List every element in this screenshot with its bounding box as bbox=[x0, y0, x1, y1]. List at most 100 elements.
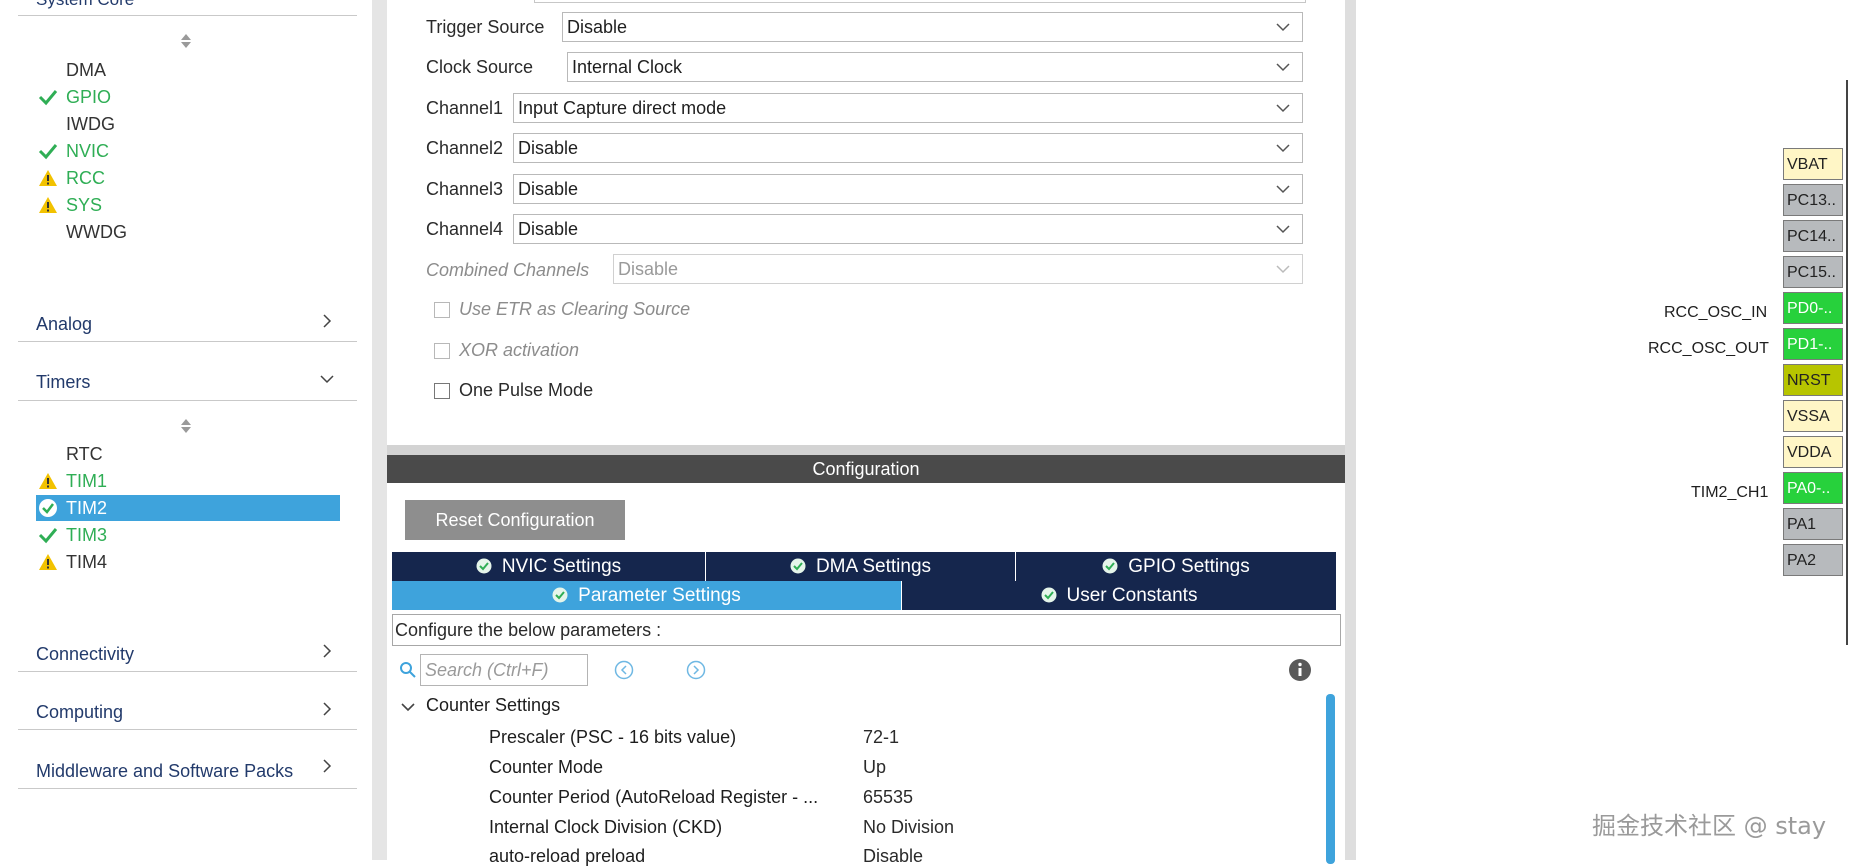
channel4-select[interactable]: Disable bbox=[513, 214, 1303, 244]
param-clock-division-name: Internal Clock Division (CKD) bbox=[489, 817, 723, 837]
search-input[interactable] bbox=[420, 654, 588, 686]
channel1-select[interactable]: Input Capture direct mode bbox=[513, 93, 1303, 123]
tab-parameter-settings[interactable]: Parameter Settings bbox=[392, 581, 901, 610]
list-item-tim2[interactable]: TIM2 bbox=[36, 495, 340, 521]
tab-user-constants[interactable]: User Constants bbox=[902, 581, 1336, 610]
tab-nvic-settings[interactable]: NVIC Settings bbox=[392, 552, 705, 581]
counter-settings-group[interactable]: Counter Settings bbox=[426, 695, 560, 716]
item-label: TIM1 bbox=[66, 471, 108, 491]
chevron-down-icon bbox=[1276, 63, 1290, 72]
pin-pc14[interactable]: PC14.. bbox=[1783, 220, 1843, 252]
pin-vbat[interactable]: VBAT bbox=[1783, 148, 1843, 180]
sort-icon[interactable] bbox=[180, 32, 192, 52]
param-clock-division-value[interactable]: No Division bbox=[863, 817, 954, 838]
tab-dma-settings[interactable]: DMA Settings bbox=[706, 552, 1015, 581]
divider-line bbox=[18, 341, 357, 342]
chevron-down-icon[interactable] bbox=[400, 700, 416, 714]
xor-label: XOR activation bbox=[459, 340, 580, 360]
list-item-tim4[interactable]: TIM4 bbox=[36, 549, 340, 575]
chevron-right-icon[interactable] bbox=[320, 314, 334, 328]
param-counter-mode-value[interactable]: Up bbox=[863, 757, 886, 778]
list-item-tim3[interactable]: TIM3 bbox=[36, 522, 340, 548]
tab-label: GPIO Settings bbox=[1128, 556, 1250, 577]
next-match-icon[interactable] bbox=[686, 660, 706, 680]
item-label: NVIC bbox=[66, 141, 110, 161]
warning-icon bbox=[39, 473, 57, 489]
pin-nrst[interactable]: NRST bbox=[1783, 364, 1843, 396]
info-icon[interactable] bbox=[1288, 658, 1312, 682]
select-value: Disable bbox=[518, 179, 579, 199]
check-circle-icon bbox=[1041, 587, 1057, 603]
chevron-down-icon bbox=[1276, 144, 1290, 153]
category-analog[interactable]: Analog bbox=[36, 314, 92, 335]
clock-source-select[interactable]: Internal Clock bbox=[567, 52, 1303, 82]
reset-configuration-button[interactable]: Reset Configuration bbox=[405, 500, 625, 540]
param-counter-period-name: Counter Period (AutoReload Register - ..… bbox=[489, 787, 819, 807]
pin-pa2[interactable]: PA2 bbox=[1783, 544, 1843, 576]
pin-pc13[interactable]: PC13.. bbox=[1783, 184, 1843, 216]
category-timers[interactable]: Timers bbox=[36, 372, 90, 393]
combined-channels-select: Disable bbox=[613, 254, 1303, 284]
panel-splitter[interactable] bbox=[1345, 0, 1356, 860]
trigger-source-select[interactable]: Disable bbox=[562, 12, 1303, 42]
pin-pa1[interactable]: PA1 bbox=[1783, 508, 1843, 540]
list-item-rtc[interactable]: RTC bbox=[36, 441, 340, 467]
chevron-right-icon[interactable] bbox=[320, 644, 334, 658]
chevron-right-icon[interactable] bbox=[320, 759, 334, 773]
list-item-sys[interactable]: SYS bbox=[36, 192, 340, 218]
previous-field-edge bbox=[534, 0, 1306, 3]
combined-channels-label: Combined Channels bbox=[426, 260, 590, 280]
select-value: Disable bbox=[518, 138, 579, 158]
pin-pd1[interactable]: PD1-.. bbox=[1783, 328, 1843, 360]
param-counter-period-value[interactable]: 65535 bbox=[863, 787, 913, 808]
category-system-core[interactable]: System Core bbox=[36, 0, 134, 10]
pin-vdda[interactable]: VDDA bbox=[1783, 436, 1843, 468]
sort-icon[interactable] bbox=[180, 417, 192, 437]
list-item-wwdg[interactable]: WWDG bbox=[36, 219, 340, 245]
pin-pc15[interactable]: PC15.. bbox=[1783, 256, 1843, 288]
item-label: RTC bbox=[66, 444, 103, 464]
category-connectivity[interactable]: Connectivity bbox=[36, 644, 134, 665]
pin-pd0[interactable]: PD0-.. bbox=[1783, 292, 1843, 324]
use-etr-checkbox bbox=[434, 302, 450, 318]
tab-label: User Constants bbox=[1066, 585, 1198, 606]
list-item-iwdg[interactable]: IWDG bbox=[36, 111, 340, 137]
check-circle-icon bbox=[790, 558, 806, 574]
list-item-gpio[interactable]: GPIO bbox=[36, 84, 340, 110]
parameter-scrollbar[interactable] bbox=[1326, 694, 1335, 864]
select-value: Disable bbox=[618, 259, 679, 279]
chevron-down-icon[interactable] bbox=[320, 372, 334, 386]
xor-checkbox bbox=[434, 343, 450, 359]
check-circle-icon bbox=[476, 558, 492, 574]
chevron-right-icon[interactable] bbox=[320, 702, 334, 716]
item-label: GPIO bbox=[66, 87, 112, 107]
list-item-nvic[interactable]: NVIC bbox=[36, 138, 340, 164]
pin-label-rcc-osc-in: RCC_OSC_IN bbox=[1664, 304, 1768, 321]
param-autoreload-preload-name: auto-reload preload bbox=[489, 846, 646, 866]
search-icon bbox=[400, 662, 416, 678]
chevron-down-icon bbox=[1276, 104, 1290, 113]
list-item-rcc[interactable]: RCC bbox=[36, 165, 340, 191]
one-pulse-checkbox[interactable] bbox=[434, 383, 450, 399]
tab-label: DMA Settings bbox=[815, 556, 932, 577]
category-computing[interactable]: Computing bbox=[36, 702, 123, 723]
section-separator[interactable] bbox=[387, 445, 1345, 455]
pin-pa0[interactable]: PA0-.. bbox=[1783, 472, 1843, 504]
panel-splitter[interactable] bbox=[372, 0, 387, 860]
select-value: Disable bbox=[567, 17, 628, 37]
channel3-select[interactable]: Disable bbox=[513, 174, 1303, 204]
channel2-label: Channel2 bbox=[426, 138, 504, 158]
channel2-select[interactable]: Disable bbox=[513, 133, 1303, 163]
param-autoreload-preload-value[interactable]: Disable bbox=[863, 846, 923, 867]
item-label: TIM4 bbox=[66, 552, 108, 572]
category-middleware[interactable]: Middleware and Software Packs bbox=[36, 761, 293, 782]
tab-gpio-settings[interactable]: GPIO Settings bbox=[1016, 552, 1336, 581]
previous-match-icon[interactable] bbox=[614, 660, 634, 680]
param-prescaler-value[interactable]: 72-1 bbox=[863, 727, 899, 748]
check-circle-icon bbox=[552, 587, 568, 603]
list-item-dma[interactable]: DMA bbox=[36, 57, 340, 83]
pin-vssa[interactable]: VSSA bbox=[1783, 400, 1843, 432]
list-item-tim1[interactable]: TIM1 bbox=[36, 468, 340, 494]
check-circle-icon bbox=[1102, 558, 1118, 574]
one-pulse-label: One Pulse Mode bbox=[459, 380, 594, 400]
